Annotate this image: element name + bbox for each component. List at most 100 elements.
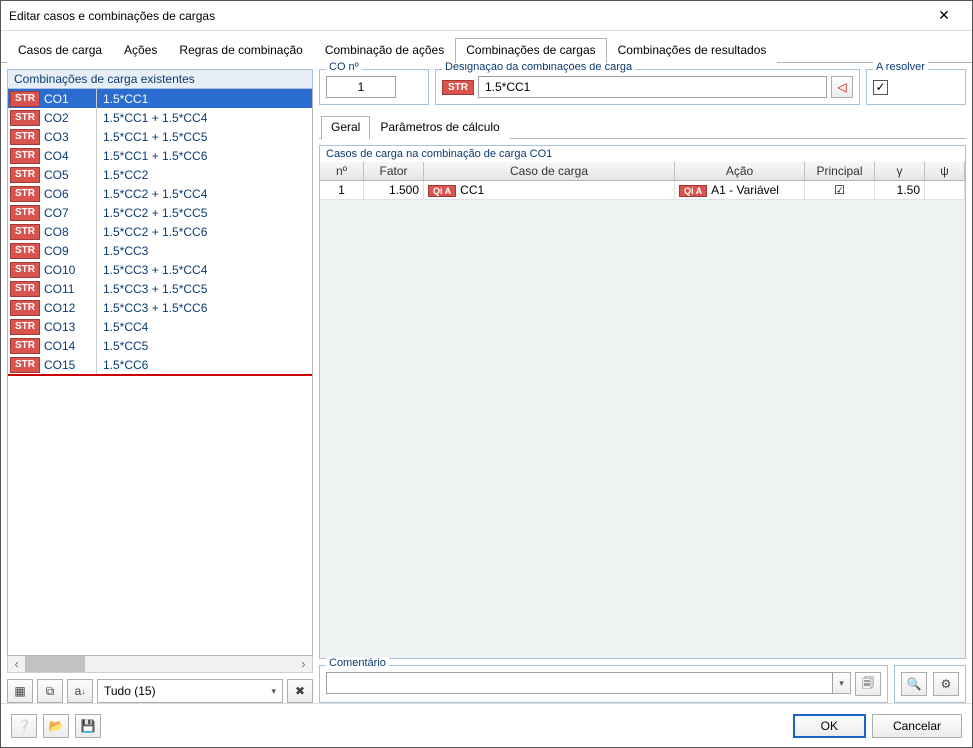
window-title: Editar casos e combinações de cargas	[9, 9, 924, 23]
col-gamma[interactable]: γ	[875, 162, 925, 180]
combo-id: CO5	[44, 168, 96, 182]
combo-desc: 1.5*CC3 + 1.5*CC6	[103, 301, 312, 315]
combo-row[interactable]: STR CO9 1.5*CC3	[8, 241, 312, 260]
col-principal[interactable]: Principal	[805, 162, 875, 180]
combo-id: CO3	[44, 130, 96, 144]
main-tab-2[interactable]: Regras de combinação	[168, 38, 313, 63]
horizontal-scrollbar[interactable]: ‹›	[7, 656, 313, 673]
str-tag: STR	[10, 243, 40, 259]
co-number-input[interactable]	[326, 76, 396, 98]
top-groups: CO nº Designação da combinações de carga…	[319, 69, 966, 105]
combo-row[interactable]: STRCO61.5*CC2 + 1.5*CC4	[8, 184, 312, 203]
comment-group: Comentário ▾ 🗐	[319, 665, 888, 703]
sub-tabs: GeralParâmetros de cálculo	[319, 115, 966, 139]
main-tab-0[interactable]: Casos de carga	[7, 38, 113, 63]
combo-id: CO15	[44, 358, 96, 372]
main-tab-5[interactable]: Combinações de resultados	[607, 38, 778, 63]
str-tag: STR	[10, 148, 40, 164]
comment-library-button[interactable]: 🗐	[855, 672, 881, 696]
combo-row[interactable]: STRCO51.5*CC2	[8, 165, 312, 184]
combo-desc: 1.5*CC3 + 1.5*CC5	[103, 282, 312, 296]
cell-psi	[925, 181, 965, 199]
cases-grid-group: Casos de carga na combinação de carga CO…	[319, 145, 966, 659]
combo-row[interactable]: STRCO121.5*CC3 + 1.5*CC6	[8, 298, 312, 317]
combo-desc: 1.5*CC3 + 1.5*CC4	[103, 263, 312, 277]
right-pane: CO nº Designação da combinações de carga…	[319, 69, 966, 703]
combo-row[interactable]: STR CO3 1.5*CC1 + 1.5*CC5	[8, 127, 312, 146]
combo-id: CO2	[44, 111, 96, 125]
cell-principal[interactable]: ☑	[805, 181, 875, 199]
solve-checkbox[interactable]: ✓	[873, 80, 888, 95]
combo-row[interactable]: STRCO131.5*CC4	[8, 317, 312, 336]
designation-str-tag: STR	[442, 80, 474, 95]
save-button[interactable]: 💾	[75, 714, 101, 738]
str-tag: STR	[10, 129, 40, 145]
comment-row: Comentário ▾ 🗐 🔍 ⚙	[319, 665, 966, 703]
combo-row[interactable]: STR CO7 1.5*CC2 + 1.5*CC5	[8, 203, 312, 222]
col-fator[interactable]: Fator	[364, 162, 424, 180]
combo-desc: 1.5*CC5	[103, 339, 312, 353]
main-tab-1[interactable]: Ações	[113, 38, 168, 63]
str-tag: STR	[10, 110, 40, 126]
new-item-button[interactable]: ▦	[7, 679, 33, 703]
ok-button[interactable]: OK	[793, 714, 866, 738]
details-button[interactable]: 🔍	[901, 672, 927, 696]
sub-tab-0[interactable]: Geral	[321, 116, 370, 139]
combo-row[interactable]: STRCO81.5*CC2 + 1.5*CC6	[8, 222, 312, 241]
combo-id: CO8	[44, 225, 96, 239]
solve-label: A resolver	[873, 61, 928, 73]
settings-button[interactable]: ⚙	[933, 672, 959, 696]
str-tag: STR	[10, 262, 40, 278]
designation-input[interactable]	[478, 76, 827, 98]
combo-id: CO12	[44, 301, 96, 315]
sub-tab-1[interactable]: Parâmetros de cálculo	[370, 116, 509, 139]
combo-row[interactable]: STRCO111.5*CC3 + 1.5*CC5	[8, 279, 312, 298]
combo-id: CO6	[44, 187, 96, 201]
col-acao[interactable]: Ação	[675, 162, 805, 180]
filter-select[interactable]: Tudo (15) ▾	[97, 679, 283, 703]
str-tag: STR	[10, 205, 40, 221]
combo-desc: 1.5*CC2 + 1.5*CC5	[103, 206, 312, 220]
grid-header: nº Fator Caso de carga Ação Principal γ …	[320, 162, 965, 181]
sort-button[interactable]: a↓	[67, 679, 93, 703]
delete-button[interactable]: ✖	[287, 679, 313, 703]
combo-id: CO9	[44, 244, 96, 258]
combo-row[interactable]: STRCO101.5*CC3 + 1.5*CC4	[8, 260, 312, 279]
content-area: Combinações de carga existentes STRCO11.…	[1, 63, 972, 703]
close-button[interactable]: ✕	[924, 1, 964, 30]
cell-caso: Qi ACC1	[424, 181, 675, 199]
cell-acao: Qi AA1 - Variável	[675, 181, 805, 199]
col-no[interactable]: nº	[320, 162, 364, 180]
combo-list[interactable]: STRCO11.5*CC1STRCO21.5*CC1 + 1.5*CC4STRC…	[7, 89, 313, 656]
grid-body[interactable]: 11.500Qi ACC1Qi AA1 - Variável☑1.50	[320, 181, 965, 658]
designation-pick-button[interactable]: ◁	[831, 76, 853, 98]
combo-id: CO1	[44, 92, 96, 106]
main-tab-4[interactable]: Combinações de cargas	[455, 38, 606, 63]
comment-input[interactable]	[326, 672, 833, 694]
co-number-group: CO nº	[319, 69, 429, 105]
open-button[interactable]: 📂	[43, 714, 69, 738]
co-number-label: CO nº	[326, 61, 362, 73]
str-tag: STR	[10, 319, 40, 335]
comment-dropdown[interactable]: ▾	[833, 672, 851, 694]
grid-row[interactable]: 11.500Qi ACC1Qi AA1 - Variável☑1.50	[320, 181, 965, 200]
combo-row[interactable]: STRCO151.5*CC6	[8, 355, 312, 374]
main-tab-3[interactable]: Combinação de ações	[314, 38, 455, 63]
designation-group: Designação da combinações de carga STR ◁	[435, 69, 860, 105]
combo-row[interactable]: STRCO141.5*CC5	[8, 336, 312, 355]
combo-row[interactable]: STRCO41.5*CC1 + 1.5*CC6	[8, 146, 312, 165]
copy-item-button[interactable]: ⧉	[37, 679, 63, 703]
combo-row[interactable]: STRCO21.5*CC1 + 1.5*CC4	[8, 108, 312, 127]
col-psi[interactable]: ψ	[925, 162, 965, 180]
combo-id: CO7	[44, 206, 96, 220]
footer: ❔ 📂 💾 OK Cancelar	[1, 703, 972, 747]
combo-desc: 1.5*CC1 + 1.5*CC5	[103, 130, 312, 144]
combo-desc: 1.5*CC3	[103, 244, 312, 258]
col-caso[interactable]: Caso de carga	[424, 162, 675, 180]
chevron-down-icon: ▾	[271, 686, 276, 697]
combo-row[interactable]: STRCO11.5*CC1	[8, 89, 312, 108]
combo-id: CO4	[44, 149, 96, 163]
str-tag: STR	[10, 91, 40, 107]
help-button[interactable]: ❔	[11, 714, 37, 738]
cancel-button[interactable]: Cancelar	[872, 714, 962, 738]
